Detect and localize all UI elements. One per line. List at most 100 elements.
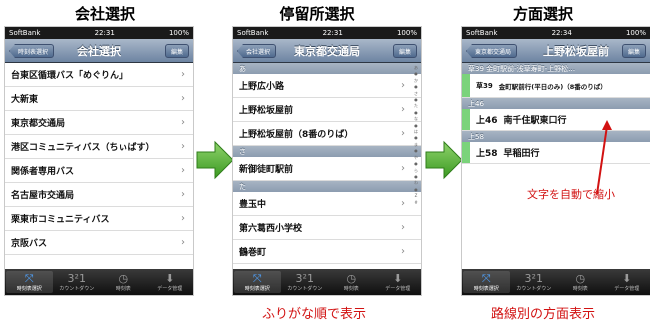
- route-icon: ⤧: [252, 271, 262, 285]
- heading-stop-select: 停留所選択: [279, 5, 355, 23]
- time-label: 22:31: [94, 29, 115, 37]
- time-label: 22:34: [551, 29, 572, 37]
- list-item[interactable]: 上46 南千住駅東口行: [462, 109, 650, 131]
- route-color-bar: [462, 142, 470, 163]
- battery-label: 100%: [168, 29, 189, 37]
- tab-data-management[interactable]: ⬇ データ管理: [604, 269, 650, 295]
- tab-timetable-select[interactable]: ⤧ 時刻表選択: [234, 271, 281, 293]
- back-button[interactable]: 時刻表選択: [9, 44, 55, 58]
- route-direction: 南千住駅東口行: [503, 116, 567, 126]
- status-bar: SoftBank 22:31 100%: [5, 27, 193, 39]
- route-icon: ⤧: [24, 271, 34, 285]
- tab-timetable[interactable]: ◷ 時刻表: [328, 269, 375, 295]
- chevron-right-icon: ›: [401, 104, 405, 115]
- route-code: 草39: [476, 81, 493, 90]
- chevron-right-icon: ›: [401, 222, 405, 233]
- route-color-bar: [462, 109, 470, 130]
- list-item[interactable]: 新御徒町駅前 ›: [233, 157, 421, 181]
- tab-data-management[interactable]: ⬇ データ管理: [147, 269, 194, 295]
- route-code: 上46: [476, 116, 498, 126]
- chevron-right-icon: ›: [181, 165, 185, 176]
- list-item[interactable]: 台東区循環バス「めぐりん」 ›: [5, 63, 193, 87]
- list-item[interactable]: 上58 早稲田行: [462, 142, 650, 164]
- back-button[interactable]: 東京都交通局: [466, 44, 518, 58]
- clock-icon: ◷: [575, 271, 586, 285]
- section-header: た: [233, 181, 421, 192]
- caption-per-route: 路線別の方面表示: [491, 307, 596, 322]
- tab-timetable[interactable]: ◷ 時刻表: [557, 269, 604, 295]
- caption-furigana-order: ふりがな順で表示: [262, 307, 367, 322]
- chevron-right-icon: ›: [401, 246, 405, 257]
- chevron-right-icon: ›: [181, 189, 185, 200]
- edit-button[interactable]: 編集: [392, 44, 417, 58]
- heading-direction-select: 方面選択: [512, 5, 573, 23]
- section-index[interactable]: あ ● か ● さ ● た ● な ● は ● ま ● や ● ら ● わ ● Z #: [412, 65, 420, 206]
- status-bar: SoftBank 22:31 100%: [233, 27, 421, 39]
- list-item[interactable]: 上野松坂屋前 ›: [233, 98, 421, 122]
- battery-label: 100%: [396, 29, 417, 37]
- stop-list: あ 上野広小路 › 上野松坂屋前 › 上野松坂屋前（8番のりば） › さ 新御徒町駅前…: [233, 63, 421, 269]
- route-code: 上58: [476, 149, 498, 159]
- section-header: 草39 金町駅前-浅草寿町-上野松…: [462, 63, 650, 74]
- download-icon: ⬇: [622, 271, 632, 285]
- carrier-label: SoftBank: [9, 29, 41, 37]
- countdown-icon: 3²1: [295, 271, 314, 285]
- list-item[interactable]: 東京都交通局 ›: [5, 111, 193, 135]
- list-item[interactable]: 上野広小路 ›: [233, 74, 421, 98]
- chevron-right-icon: ›: [181, 237, 185, 248]
- nav-bar: 会社選択 東京都交通局 編集: [233, 39, 421, 63]
- tab-timetable-select[interactable]: ⤧ 時刻表選択: [6, 271, 53, 293]
- nav-title: 上野松坂屋前: [543, 44, 609, 58]
- status-bar: SoftBank 22:34 100%: [462, 27, 650, 39]
- list-item[interactable]: 名古屋市交通局 ›: [5, 183, 193, 207]
- section-header: あ: [233, 63, 421, 74]
- list-item[interactable]: 関係者専用バス ›: [5, 159, 193, 183]
- section-header: 上46: [462, 98, 650, 109]
- chevron-right-icon: ›: [401, 198, 405, 209]
- tab-countdown[interactable]: 3²1 カウントダウン: [282, 269, 329, 295]
- tab-bar: ⤧ 時刻表選択 3²1 カウントダウン ◷ 時刻表 ⬇ データ管理: [5, 269, 193, 295]
- tab-data-management[interactable]: ⬇ データ管理: [375, 269, 422, 295]
- clock-icon: ◷: [346, 271, 357, 285]
- chevron-right-icon: ›: [401, 163, 405, 174]
- phone-stop-select: SoftBank 22:31 100% 会社選択 東京都交通局 編集 あ 上野広…: [232, 26, 422, 296]
- list-item[interactable]: 栗東市コミュニティバス ›: [5, 207, 193, 231]
- heading-company-select: 会社選択: [74, 5, 135, 23]
- list-item[interactable]: 草39 金町駅前行(平日のみ)（8番のりば）: [462, 74, 650, 98]
- back-button[interactable]: 会社選択: [237, 44, 277, 58]
- nav-bar: 東京都交通局 上野松坂屋前 編集: [462, 39, 650, 63]
- tab-bar: ⤧ 時刻表選択 3²1 カウントダウン ◷ 時刻表 ⬇ データ管理: [462, 269, 650, 295]
- chevron-right-icon: ›: [181, 93, 185, 104]
- direction-list: 草39 金町駅前-浅草寿町-上野松… 草39 金町駅前行(平日のみ)（8番のりば…: [462, 63, 650, 269]
- arrow-right-icon: [196, 140, 234, 180]
- nav-bar: 時刻表選択 会社選択 編集: [5, 39, 193, 63]
- chevron-right-icon: ›: [181, 213, 185, 224]
- tab-countdown[interactable]: 3²1 カウントダウン: [54, 269, 101, 295]
- battery-label: 100%: [625, 29, 646, 37]
- clock-icon: ◷: [118, 271, 129, 285]
- tab-timetable-select[interactable]: ⤧ 時刻表選択: [463, 271, 510, 293]
- edit-button[interactable]: 編集: [164, 44, 189, 58]
- download-icon: ⬇: [393, 271, 403, 285]
- list-item[interactable]: 大新東 ›: [5, 87, 193, 111]
- chevron-right-icon: ›: [401, 80, 405, 91]
- list-item[interactable]: 豊玉中 ›: [233, 192, 421, 216]
- countdown-icon: 3²1: [67, 271, 86, 285]
- list-item[interactable]: 京阪バス ›: [5, 231, 193, 255]
- arrow-right-icon: [425, 140, 463, 180]
- list-item[interactable]: 港区コミュニティバス（ちぃばす） ›: [5, 135, 193, 159]
- section-header: 上58: [462, 131, 650, 142]
- list-item[interactable]: 第六葛西小学校 ›: [233, 216, 421, 240]
- time-label: 22:31: [322, 29, 343, 37]
- phone-direction-select: SoftBank 22:34 100% 東京都交通局 上野松坂屋前 編集 草39…: [461, 26, 650, 296]
- tab-countdown[interactable]: 3²1 カウントダウン: [511, 269, 558, 295]
- list-item[interactable]: 鶴巻町 ›: [233, 240, 421, 264]
- tab-timetable[interactable]: ◷ 時刻表: [100, 269, 147, 295]
- chevron-right-icon: ›: [181, 69, 185, 80]
- edit-button[interactable]: 編集: [621, 44, 646, 58]
- nav-title: 会社選択: [77, 44, 121, 58]
- list-item[interactable]: 上野松坂屋前（8番のりば） ›: [233, 122, 421, 146]
- carrier-label: SoftBank: [237, 29, 269, 37]
- company-list: 台東区循環バス「めぐりん」 › 大新東 › 東京都交通局 › 港区コミュニティバス（ち…: [5, 63, 193, 269]
- download-icon: ⬇: [165, 271, 175, 285]
